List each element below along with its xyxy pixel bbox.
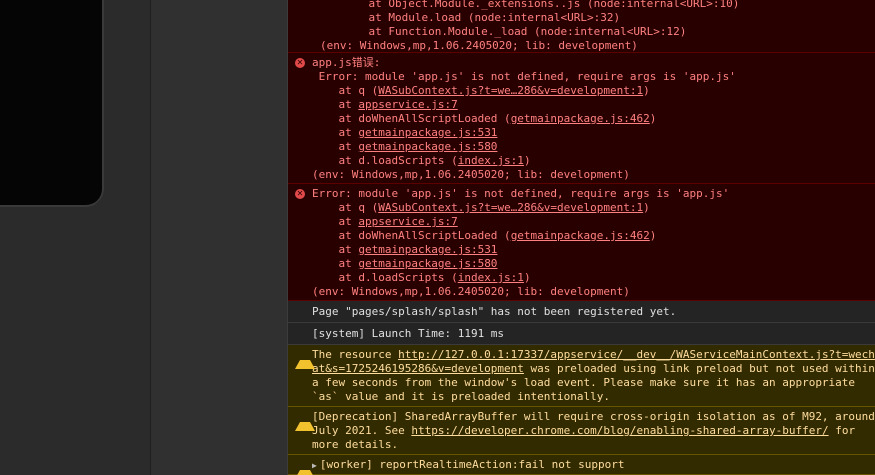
panel-gutter	[150, 0, 287, 475]
stack-frame: at q (WASubContext.js?t=we…286&v=develop…	[312, 84, 650, 97]
warning-triangle-icon	[295, 412, 315, 431]
phone-frame	[0, 0, 102, 205]
source-link[interactable]: WASubContext.js?t=we…286&v=development:1	[378, 84, 643, 97]
stack-frame: at appservice.js:7	[312, 98, 458, 111]
stack-frame: at Object.Module._extensions..js (node:i…	[342, 0, 740, 10]
error-circle-icon: ✕	[295, 58, 305, 68]
console-info-message[interactable]: Page "pages/splash/splash" has not been …	[288, 301, 875, 323]
warning-text: [Deprecation] SharedArrayBuffer will req…	[312, 410, 875, 423]
info-text: Page "pages/splash/splash" has not been …	[312, 305, 677, 318]
resource-link[interactable]: http://127.0.0.1:17337/appservice/__dev_…	[398, 348, 875, 361]
source-link[interactable]: getmainpackage.js:531	[358, 243, 497, 256]
source-link[interactable]: appservice.js:7	[358, 215, 457, 228]
source-link[interactable]: getmainpackage.js:580	[358, 140, 497, 153]
stack-frame: at getmainpackage.js:580	[312, 140, 498, 153]
stack-frame: at appservice.js:7	[312, 215, 458, 228]
source-link[interactable]: index.js:1	[458, 271, 524, 284]
simulator-area	[0, 0, 150, 475]
stack-frame: at q (WASubContext.js?t=we…286&v=develop…	[312, 201, 650, 214]
env-info: (env: Windows,mp,1.06.2405020; lib: deve…	[320, 39, 638, 52]
stack-frame: at doWhenAllScriptLoaded (getmainpackage…	[312, 229, 657, 242]
error-text: Error: module 'app.js' is not defined, r…	[312, 70, 736, 83]
error-title: app.js错误:	[312, 56, 381, 69]
stack-frame: at Function.Module._load (node:internal<…	[342, 25, 687, 38]
warning-text: at&s=1725246195286&v=development was pre…	[312, 362, 875, 375]
stack-frame: at d.loadScripts (index.js:1)	[312, 271, 531, 284]
resource-link[interactable]: at&s=1725246195286&v=development	[312, 362, 524, 375]
warning-text: The resource http://127.0.0.1:17337/apps…	[312, 348, 875, 361]
source-link[interactable]: WASubContext.js?t=we…286&v=development:1	[378, 201, 643, 214]
source-link[interactable]: getmainpackage.js:462	[511, 229, 650, 242]
source-link[interactable]: appservice.js:7	[358, 98, 457, 111]
source-link[interactable]: getmainpackage.js:531	[358, 126, 497, 139]
stack-frame: at getmainpackage.js:531	[312, 126, 498, 139]
env-info: (env: Windows,mp,1.06.2405020; lib: deve…	[312, 168, 630, 181]
warning-triangle-icon	[295, 350, 315, 369]
warning-triangle-icon	[295, 460, 315, 475]
stack-frame: at getmainpackage.js:580	[312, 257, 498, 270]
console-warning-message[interactable]: ▶[worker] reportRealtimeAction:fail not …	[288, 455, 875, 475]
warning-text: more details.	[312, 438, 399, 451]
console-error-message[interactable]: at Object.Module._extensions..js (node:i…	[288, 0, 875, 53]
warning-text: a few seconds from the window's load eve…	[312, 376, 856, 389]
console-panel[interactable]: at Object.Module._extensions..js (node:i…	[287, 0, 875, 475]
stack-frame: at Module.load (node:internal<URL>:32)	[342, 11, 621, 24]
warning-text: `as` value and it is preloaded intention…	[312, 390, 611, 403]
warning-text: ▶ [worker] reportRealtimeAction:fail not …	[312, 458, 625, 471]
stack-frame: at doWhenAllScriptLoaded (getmainpackage…	[312, 112, 657, 125]
error-circle-icon: ✕	[295, 189, 305, 199]
console-error-message[interactable]: ✕ app.js错误: Error: module 'app.js' is no…	[288, 53, 875, 184]
console-error-message[interactable]: ✕ Error: module 'app.js' is not defined,…	[288, 184, 875, 301]
console-warning-message[interactable]: The resource http://127.0.0.1:17337/apps…	[288, 345, 875, 407]
source-link[interactable]: getmainpackage.js:580	[358, 257, 497, 270]
source-link[interactable]: index.js:1	[458, 154, 524, 167]
console-warning-message[interactable]: [Deprecation] SharedArrayBuffer will req…	[288, 407, 875, 455]
source-link[interactable]: getmainpackage.js:462	[511, 112, 650, 125]
info-text: [system] Launch Time: 1191 ms	[312, 327, 505, 340]
stack-frame: at d.loadScripts (index.js:1)	[312, 154, 531, 167]
env-info: (env: Windows,mp,1.06.2405020; lib: deve…	[312, 285, 630, 298]
stack-frame: at getmainpackage.js:531	[312, 243, 498, 256]
docs-link[interactable]: https://developer.chrome.com/blog/enabli…	[411, 424, 828, 437]
console-info-message[interactable]: [system] Launch Time: 1191 ms	[288, 323, 875, 345]
warning-text: July 2021. See https://developer.chrome.…	[312, 424, 856, 437]
error-text: Error: module 'app.js' is not defined, r…	[312, 187, 730, 200]
